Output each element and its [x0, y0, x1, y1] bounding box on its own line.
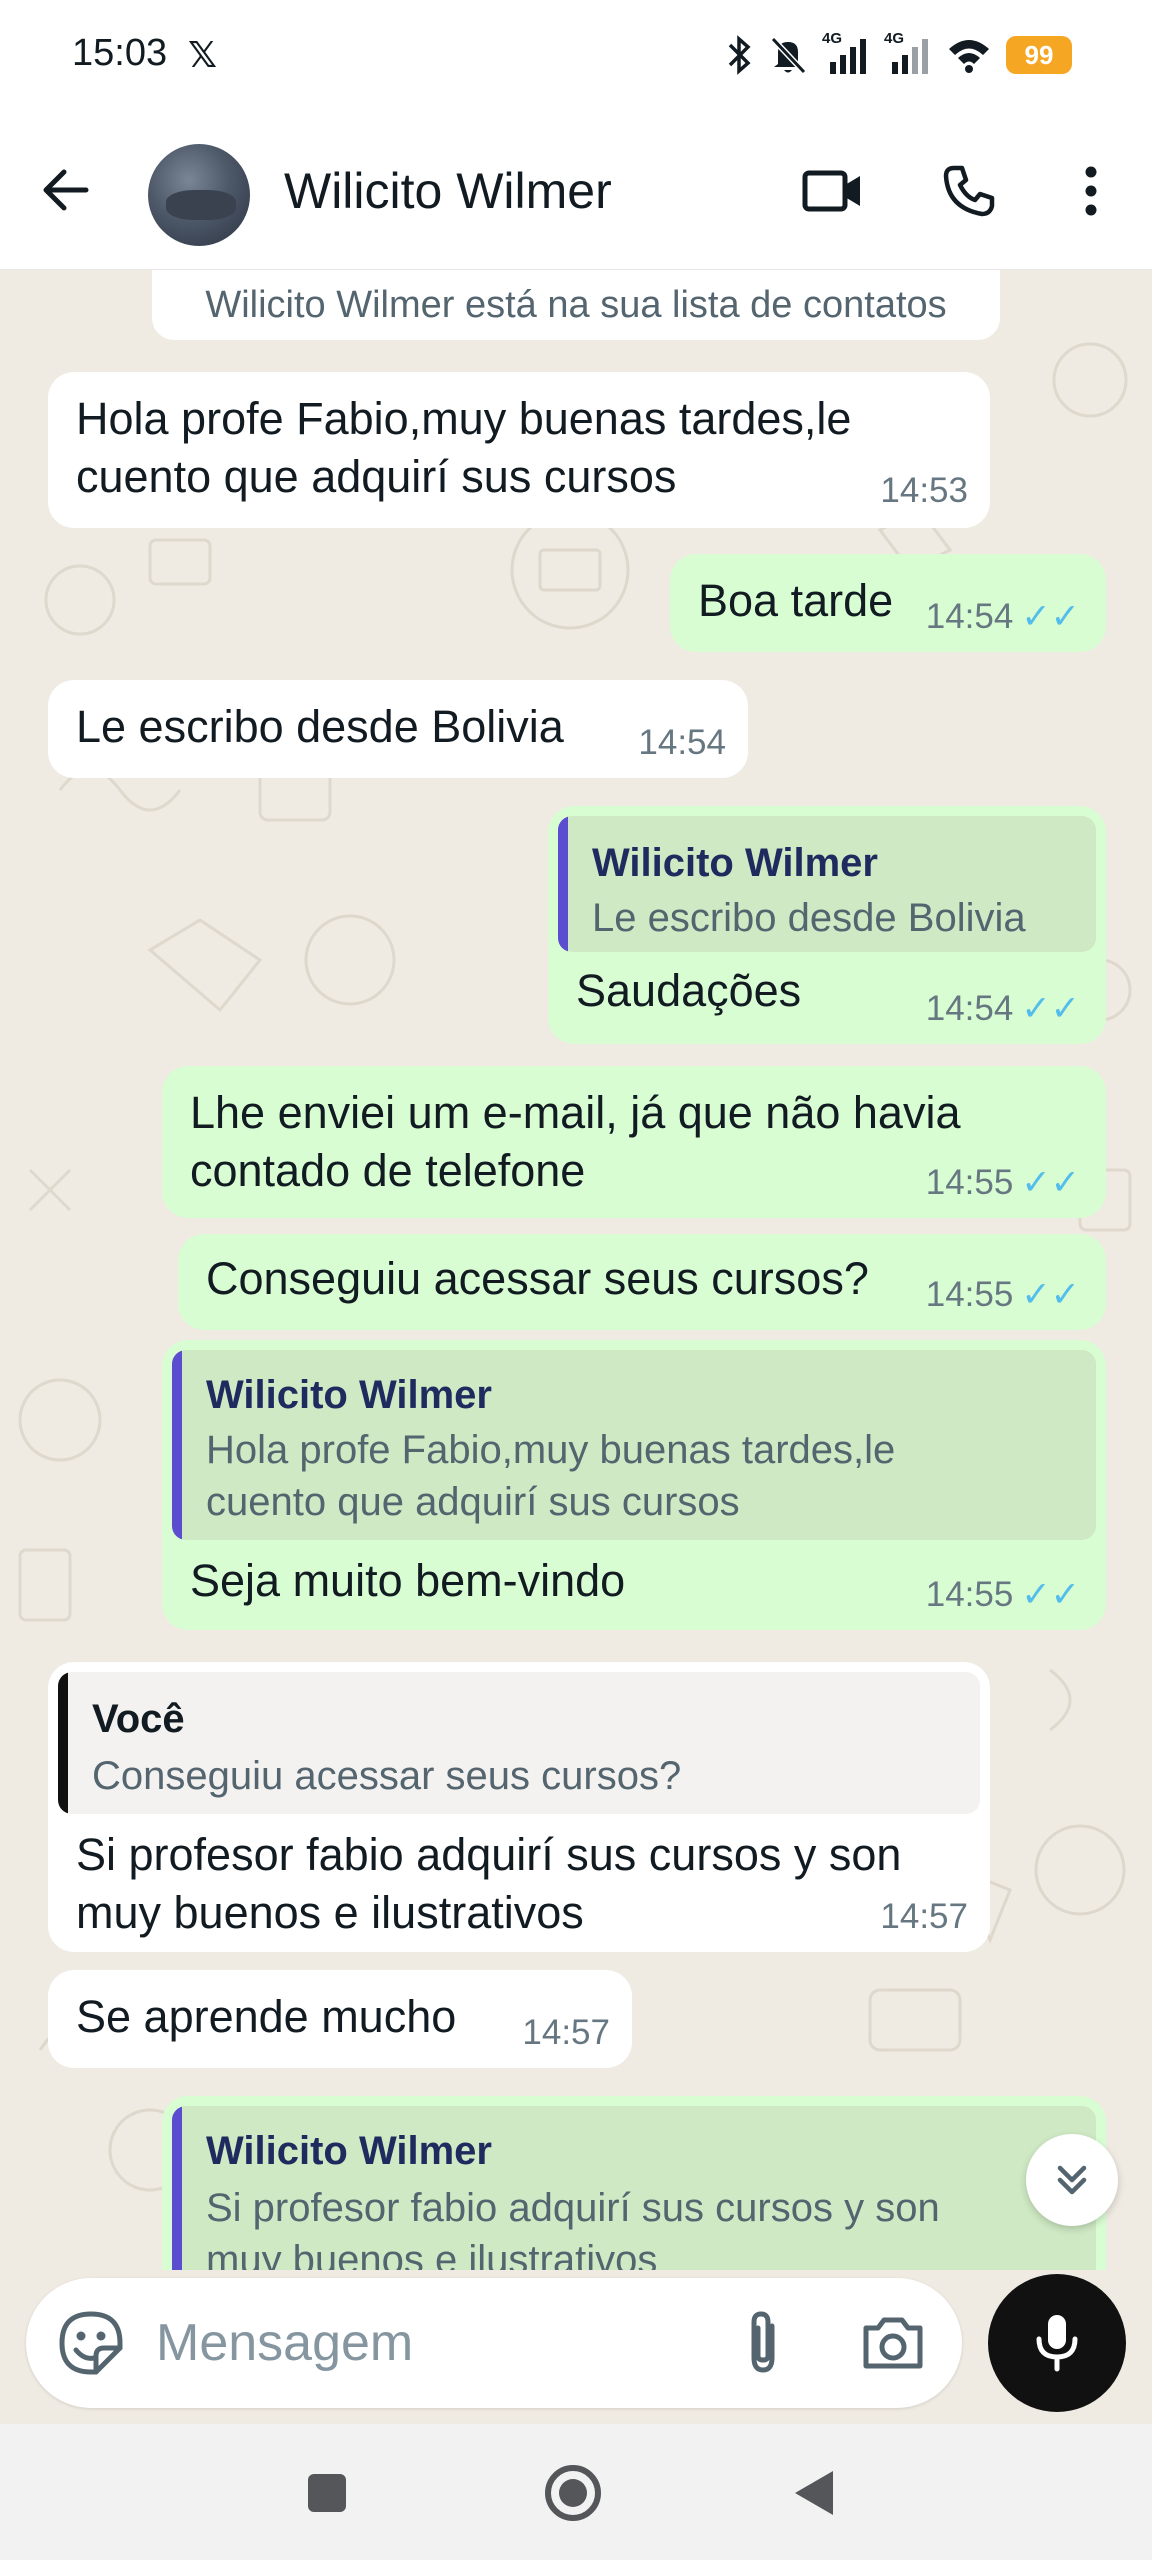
back-button[interactable] [36, 160, 96, 220]
message-time: 14:53 [880, 471, 968, 510]
message-text: Boa tarde [698, 575, 894, 626]
message-outgoing[interactable]: Conseguiu acessar seus cursos? 14:55 ✓✓ [178, 1234, 1106, 1330]
network-label-1: 4G [822, 30, 843, 47]
double-chevron-down-icon [1057, 2165, 1087, 2195]
message-outgoing-reply[interactable]: Wilicito Wilmer Hola profe Fabio,muy bue… [162, 1340, 1106, 1630]
quote-author: Você [92, 1697, 185, 1741]
message-incoming-reply[interactable]: Você Conseguiu acessar seus cursos? Si p… [48, 1662, 990, 1952]
read-ticks-icon: ✓✓ [1021, 597, 1080, 636]
message-time: 14:55 ✓✓ [926, 1566, 1080, 1624]
signal-icon-1: 4G [822, 30, 870, 76]
scroll-to-bottom-button[interactable] [1026, 2134, 1118, 2226]
message-text: Seja muito bem-vindo [190, 1555, 626, 1606]
message-text: Se aprende mucho [76, 1991, 457, 2042]
signal-icon-2: 4G [884, 30, 932, 76]
message-text-line: Lhe enviei um e-mail, já que não havia [190, 1087, 961, 1138]
voice-call-button[interactable] [936, 158, 1002, 224]
quote-text-line: cuento que adquirí sus cursos [206, 1480, 740, 1524]
battery-indicator: 99 [1006, 36, 1072, 74]
mic-icon [1036, 2315, 1078, 2372]
quoted-message[interactable]: Você Conseguiu acessar seus cursos? [58, 1672, 980, 1814]
message-text: Conseguiu acessar seus cursos? [206, 1253, 869, 1304]
message-text-line: Hola profe Fabio,muy buenas tardes,le [76, 393, 852, 444]
message-text-line: cuento que adquirí sus cursos [76, 451, 677, 502]
quote-author: Wilicito Wilmer [206, 2129, 492, 2173]
message-incoming[interactable]: Hola profe Fabio,muy buenas tardes,le cu… [48, 372, 990, 528]
message-text: Saudações [576, 965, 802, 1016]
quoted-message[interactable]: Wilicito Wilmer Hola profe Fabio,muy bue… [172, 1350, 1096, 1540]
message-text: Le escribo desde Bolivia [76, 701, 564, 752]
home-circle-icon [545, 2465, 601, 2521]
emoji-button[interactable] [56, 2308, 126, 2378]
quote-text-line: muy buenos e ilustrativos [206, 2238, 658, 2270]
message-outgoing[interactable]: Lhe enviei um e-mail, já que não havia c… [162, 1066, 1106, 1218]
video-call-button[interactable] [800, 158, 866, 224]
contact-avatar[interactable] [148, 144, 250, 246]
attach-button[interactable] [726, 2306, 800, 2380]
message-incoming[interactable]: Le escribo desde Bolivia 14:54 [48, 680, 748, 778]
quote-text-line: Hola profe Fabio,muy buenas tardes,le [206, 1428, 896, 1472]
quote-text: Le escribo desde Bolivia [592, 896, 1026, 940]
chat-header: Wilicito Wilmer [0, 110, 1152, 270]
read-ticks-icon: ✓✓ [1021, 1163, 1080, 1202]
message-time: 14:55 ✓✓ [926, 1266, 1080, 1324]
message-time: 14:54 ✓✓ [926, 588, 1080, 646]
network-label-2: 4G [884, 30, 905, 47]
message-time: 14:57 [522, 2013, 610, 2052]
read-ticks-icon: ✓✓ [1021, 1575, 1080, 1614]
voice-message-button[interactable] [988, 2274, 1126, 2412]
message-composer [26, 2278, 962, 2408]
camera-button[interactable] [856, 2306, 930, 2380]
wifi-icon [949, 40, 989, 73]
quote-bar [558, 816, 568, 952]
message-input[interactable] [156, 2306, 706, 2380]
mute-bell-icon [770, 36, 807, 75]
quote-author: Wilicito Wilmer [592, 841, 878, 885]
status-bar: 15:03 𝕏 4G 4G 99 [0, 0, 1152, 110]
status-icons: 4G 4G 99 [726, 30, 1072, 80]
quote-text: Conseguiu acessar seus cursos? [92, 1754, 682, 1798]
quoted-message[interactable]: Wilicito Wilmer Le escribo desde Bolivia [558, 816, 1096, 952]
quoted-message[interactable]: Wilicito Wilmer Si profesor fabio adquir… [172, 2106, 1096, 2270]
attach-icon [751, 2311, 775, 2373]
read-ticks-icon: ✓✓ [1021, 1275, 1080, 1314]
chat-area[interactable]: Wilicito Wilmer está na sua lista de con… [0, 270, 1152, 2270]
back-arrow-icon [43, 169, 89, 211]
contact-name[interactable]: Wilicito Wilmer [284, 162, 612, 220]
message-text-line: muy buenos e ilustrativos [76, 1887, 584, 1938]
home-button[interactable] [540, 2460, 606, 2526]
read-ticks-icon: ✓✓ [1021, 989, 1080, 1028]
message-text-line: contado de telefone [190, 1145, 586, 1196]
video-call-icon [802, 170, 860, 212]
recents-button[interactable] [294, 2460, 360, 2526]
back-triangle-icon [795, 2471, 833, 2515]
quote-bar [172, 1350, 182, 1540]
system-nav-bar [0, 2424, 1152, 2560]
emoji-sticker-icon [59, 2311, 123, 2375]
message-outgoing[interactable]: Boa tarde 14:54 ✓✓ [670, 554, 1106, 652]
camera-icon [863, 2317, 923, 2369]
back-nav-button[interactable] [780, 2460, 846, 2526]
contact-notice: Wilicito Wilmer está na sua lista de con… [152, 270, 1000, 340]
quote-bar [172, 2106, 182, 2270]
quote-text-line: Si profesor fabio adquirí sus cursos y s… [206, 2186, 940, 2230]
message-incoming[interactable]: Se aprende mucho 14:57 [48, 1970, 632, 2068]
phone-icon [943, 165, 995, 217]
status-time: 15:03 [72, 32, 168, 74]
message-time: 14:55 ✓✓ [926, 1154, 1080, 1212]
message-text-line: Si profesor fabio adquirí sus cursos y s… [76, 1829, 902, 1880]
message-outgoing-reply[interactable]: Wilicito Wilmer Le escribo desde Bolivia… [548, 806, 1106, 1044]
message-time: 14:57 [880, 1897, 968, 1936]
quote-author: Wilicito Wilmer [206, 1373, 492, 1417]
more-vert-icon [1085, 166, 1097, 216]
message-outgoing-reply[interactable]: Wilicito Wilmer Si profesor fabio adquir… [162, 2096, 1106, 2270]
more-options-button[interactable] [1058, 158, 1124, 224]
bluetooth-icon [728, 35, 751, 75]
x-logo-icon: 𝕏 [188, 34, 218, 75]
quote-bar [58, 1672, 68, 1814]
message-time: 14:54 ✓✓ [926, 980, 1080, 1038]
recents-square-icon [308, 2474, 346, 2512]
message-time: 14:54 [638, 723, 726, 762]
